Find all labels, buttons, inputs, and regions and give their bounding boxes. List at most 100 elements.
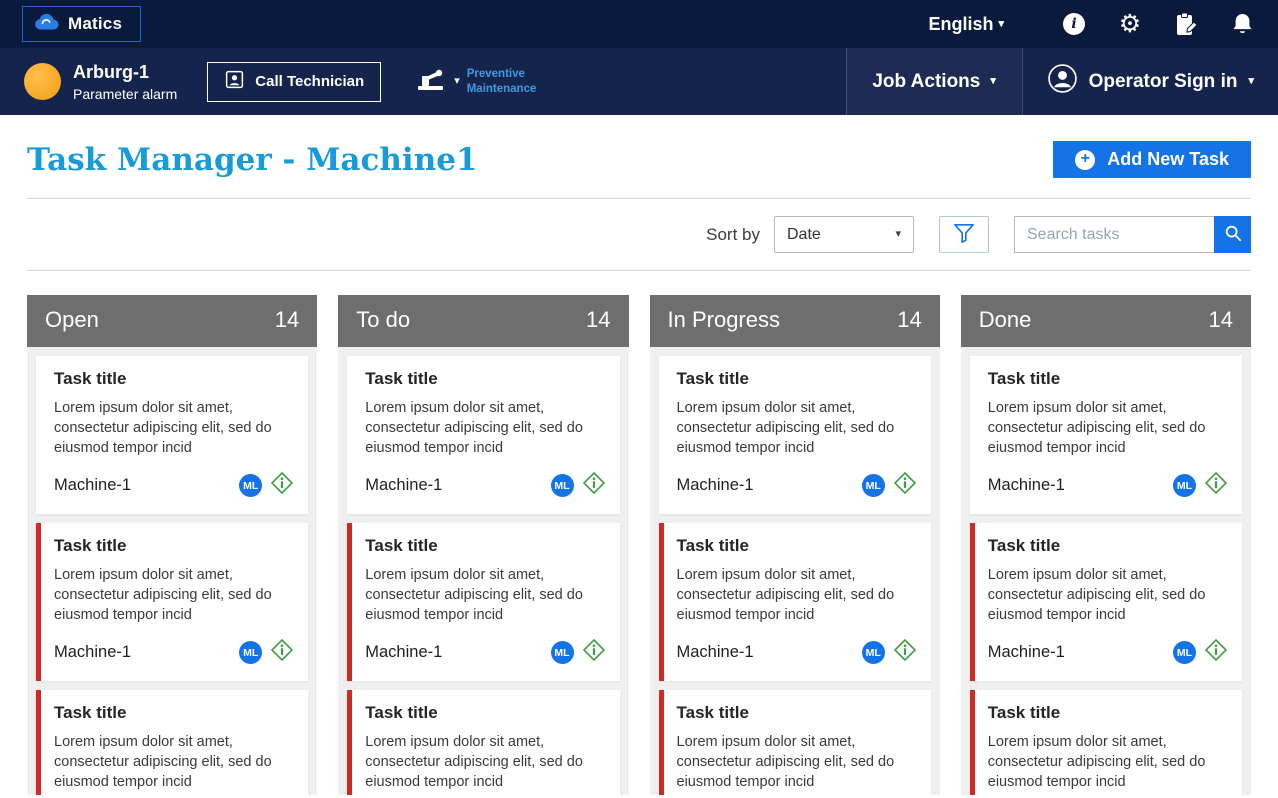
search-icon [1224, 224, 1242, 245]
task-card[interactable]: Task title Lorem ipsum dolor sit amet, c… [347, 356, 620, 514]
top-navigation-bar: Matics English ▾ i ⚙ [0, 0, 1278, 48]
tasks-icon[interactable] [1172, 10, 1200, 38]
ml-badge: ML [861, 641, 885, 664]
info-icon[interactable]: i [1060, 10, 1088, 38]
notifications-icon[interactable] [1228, 10, 1256, 38]
preventive-maintenance[interactable]: ▾ Preventive Maintenance [415, 65, 536, 98]
column-header: In Progress 14 [649, 295, 940, 347]
task-title: Task title [54, 369, 127, 388]
priority-diamond-icon [270, 638, 294, 667]
machine-avatar [24, 63, 61, 100]
task-badges: ML [861, 471, 917, 500]
sort-select-value: Date [787, 225, 821, 243]
task-card[interactable]: Task title Lorem ipsum dolor sit amet, c… [969, 523, 1242, 681]
column-header: Open 14 [27, 295, 318, 347]
column-body: Task title Lorem ipsum dolor sit amet, c… [960, 347, 1251, 795]
logo-text: Matics [68, 14, 123, 33]
column-body: Task title Lorem ipsum dolor sit amet, c… [27, 347, 318, 795]
task-badges: ML [861, 638, 917, 667]
task-card[interactable]: Task title Lorem ipsum dolor sit amet, c… [969, 356, 1242, 514]
task-card[interactable]: Task title Lorem ipsum dolor sit amet, c… [658, 356, 931, 514]
page-title: Task Manager - Machine1 [27, 141, 478, 178]
task-card[interactable]: Task title Lorem ipsum dolor sit amet, c… [969, 690, 1242, 795]
machine-status: Parameter alarm [73, 85, 178, 102]
priority-diamond-icon [270, 471, 294, 500]
filter-button[interactable] [939, 216, 989, 253]
search-button[interactable] [1214, 216, 1251, 253]
ml-badge: ML [1173, 474, 1196, 497]
add-new-task-button[interactable]: + Add New Task [1053, 141, 1251, 178]
kanban-column: To do 14 Task title Lorem ipsum dolor si… [338, 295, 629, 795]
column-body: Task title Lorem ipsum dolor sit amet, c… [649, 347, 940, 795]
preventive-maintenance-label: Preventive Maintenance [466, 67, 537, 95]
plus-icon: + [1075, 149, 1096, 170]
task-description: Lorem ipsum dolor sit amet, consectetur … [987, 400, 1206, 456]
task-title: Task title [365, 536, 438, 555]
task-badges: ML [1173, 638, 1228, 667]
kanban-column: Done 14 Task title Lorem ipsum dolor sit… [960, 295, 1251, 795]
task-badges: ML [239, 638, 294, 667]
task-title: Task title [676, 536, 749, 555]
column-header: Done 14 [960, 295, 1251, 347]
task-machine: Machine-1 [987, 643, 1065, 661]
column-title: In Progress [667, 307, 781, 332]
task-machine: Machine-1 [676, 476, 754, 494]
task-card[interactable]: Task title Lorem ipsum dolor sit amet, c… [347, 523, 620, 681]
task-badges: ML [550, 638, 606, 667]
ml-badge: ML [550, 474, 574, 497]
task-footer: Machine-1 ML [988, 638, 1228, 667]
task-card[interactable]: Task title Lorem ipsum dolor sit amet, c… [658, 690, 931, 795]
ml-badge: ML [550, 641, 574, 664]
task-description: Lorem ipsum dolor sit amet, consectetur … [676, 567, 895, 623]
ml-badge: ML [239, 474, 263, 497]
task-footer: Machine-1 ML [677, 638, 917, 667]
task-title: Task title [987, 703, 1061, 722]
task-description: Lorem ipsum dolor sit amet, consectetur … [676, 400, 895, 456]
priority-diamond-icon [582, 471, 606, 500]
priority-diamond-icon [1204, 638, 1228, 667]
technician-badge-icon [224, 69, 245, 94]
task-footer: Machine-1 ML [54, 471, 294, 500]
priority-diamond-icon [582, 638, 606, 667]
task-title: Task title [365, 703, 438, 722]
operator-sign-in-menu[interactable]: Operator Sign in ▾ [1021, 48, 1278, 115]
column-count: 14 [1208, 307, 1233, 332]
task-card[interactable]: Task title Lorem ipsum dolor sit amet, c… [36, 690, 309, 795]
matics-logo[interactable]: Matics [22, 6, 142, 42]
kanban-column: In Progress 14 Task title Lorem ipsum do… [649, 295, 940, 795]
task-manager-page: Task Manager - Machine1 + Add New Task S… [0, 141, 1278, 795]
language-selector[interactable]: English ▾ [928, 14, 1004, 35]
call-technician-button[interactable]: Call Technician [207, 61, 382, 102]
priority-diamond-icon [1204, 471, 1228, 500]
machine-name: Arburg-1 [73, 61, 149, 82]
job-actions-menu[interactable]: Job Actions ▾ [845, 48, 1022, 115]
divider [27, 270, 1251, 271]
task-card[interactable]: Task title Lorem ipsum dolor sit amet, c… [347, 690, 620, 795]
settings-icon[interactable]: ⚙ [1116, 10, 1144, 38]
chevron-down-icon: ▾ [998, 17, 1004, 30]
search-input[interactable] [1014, 216, 1214, 253]
sort-by-label: Sort by [706, 224, 760, 244]
machine-info: Arburg-1 Parameter alarm [73, 62, 177, 102]
task-card[interactable]: Task title Lorem ipsum dolor sit amet, c… [36, 523, 309, 681]
task-description: Lorem ipsum dolor sit amet, consectetur … [987, 734, 1206, 790]
column-title: Done [978, 307, 1032, 332]
ml-badge: ML [861, 474, 885, 497]
task-machine: Machine-1 [54, 643, 132, 661]
priority-diamond-icon [893, 638, 917, 667]
task-title: Task title [54, 536, 127, 555]
chevron-down-icon: ▾ [895, 228, 901, 240]
task-title: Task title [676, 703, 749, 722]
task-description: Lorem ipsum dolor sit amet, consectetur … [365, 734, 583, 790]
sort-select[interactable]: Date ▾ [774, 216, 914, 253]
task-badges: ML [550, 471, 606, 500]
task-description: Lorem ipsum dolor sit amet, consectetur … [676, 734, 895, 790]
task-title: Task title [987, 369, 1061, 388]
task-footer: Machine-1 ML [677, 471, 917, 500]
task-card[interactable]: Task title Lorem ipsum dolor sit amet, c… [36, 356, 309, 514]
board-toolbar: Sort by Date ▾ [27, 199, 1251, 270]
cloud-icon [33, 12, 60, 36]
task-card[interactable]: Task title Lorem ipsum dolor sit amet, c… [658, 523, 931, 681]
task-description: Lorem ipsum dolor sit amet, consectetur … [54, 567, 272, 623]
operator-icon [1047, 63, 1078, 100]
